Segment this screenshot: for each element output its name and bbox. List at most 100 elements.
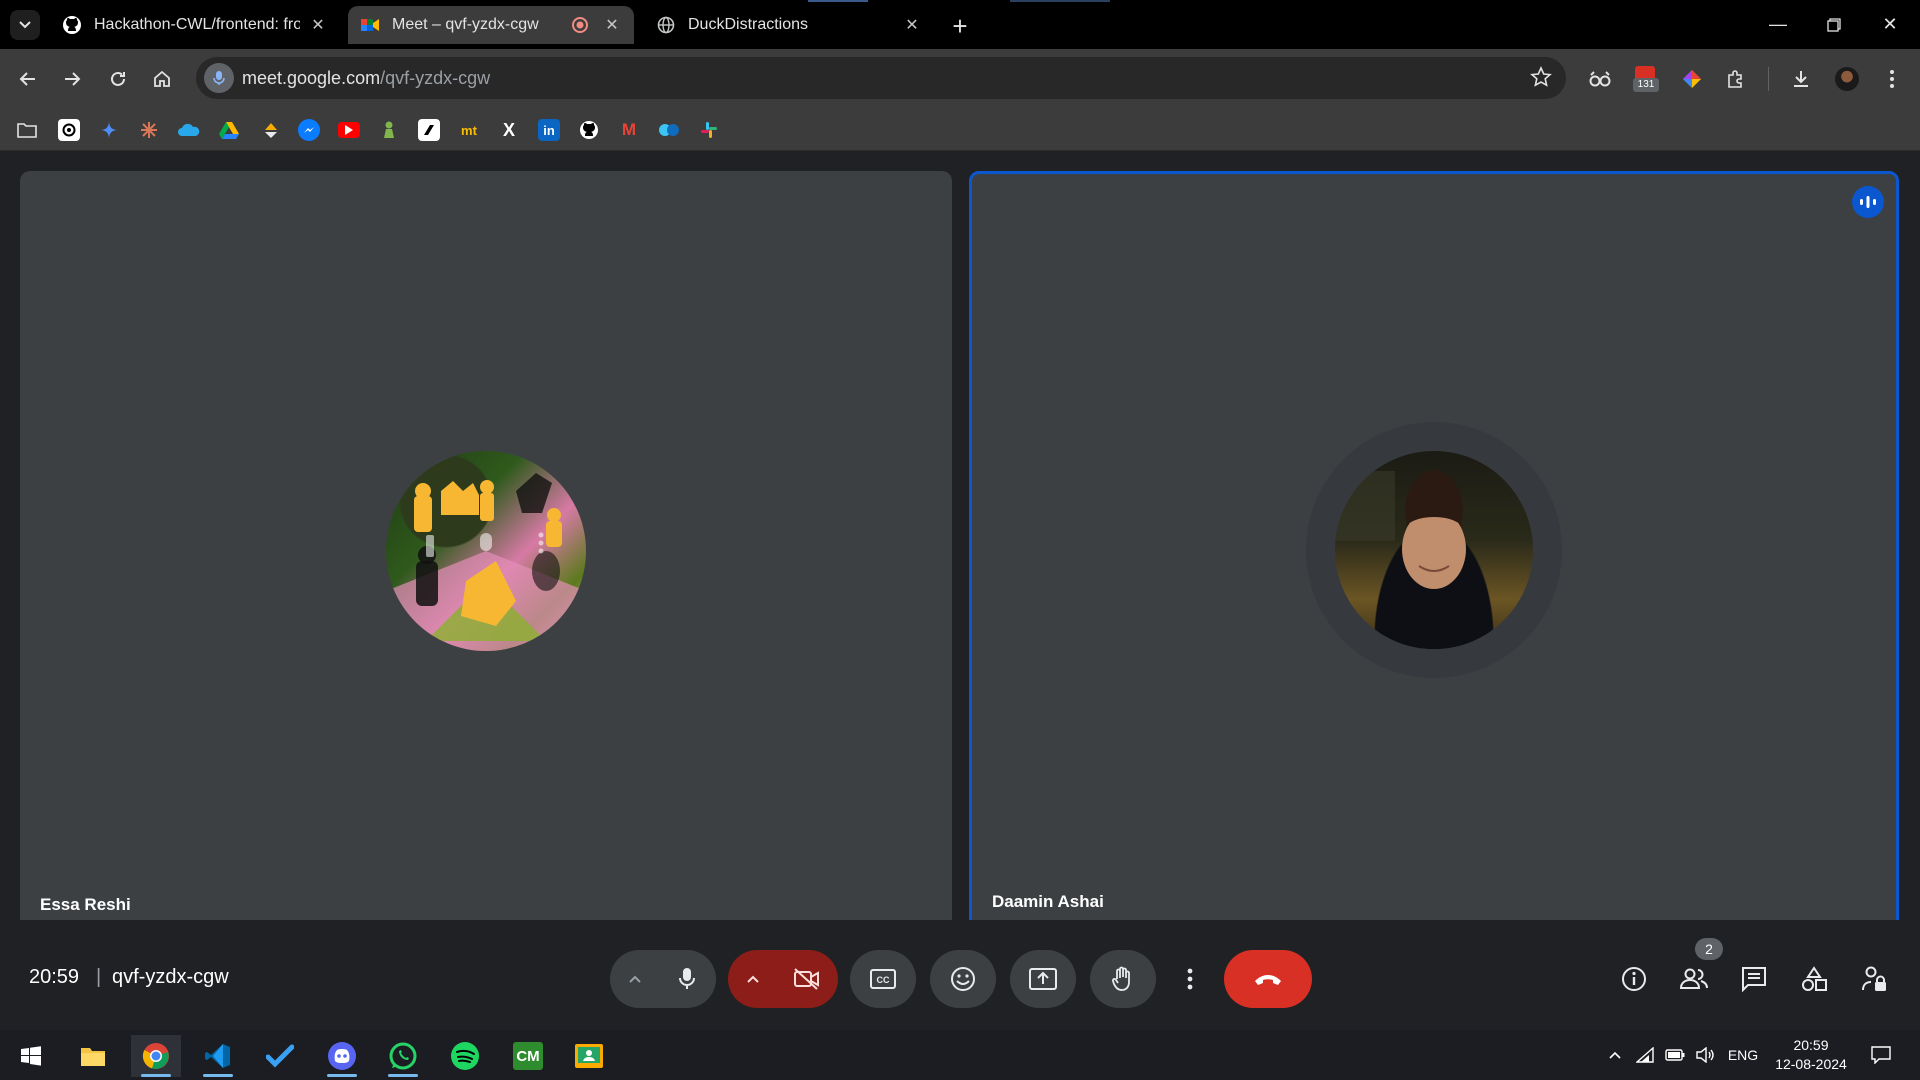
- github-icon[interactable]: [578, 119, 600, 141]
- new-tab-button[interactable]: +: [944, 11, 976, 41]
- avatar: [1335, 451, 1533, 649]
- microphone-button[interactable]: [664, 956, 710, 1002]
- speaking-indicator: [1852, 186, 1884, 218]
- taskbar-todo[interactable]: [255, 1035, 305, 1077]
- video-options-button[interactable]: [738, 964, 768, 994]
- microphone-icon: [213, 71, 225, 85]
- gmail-icon[interactable]: M: [618, 119, 640, 141]
- volume-button[interactable]: [1690, 1047, 1720, 1063]
- bookmark-app-icon[interactable]: [418, 119, 440, 141]
- onedrive-icon[interactable]: [178, 119, 200, 141]
- raise-hand-button[interactable]: [1090, 950, 1156, 1008]
- close-window-button[interactable]: ✕: [1862, 0, 1918, 49]
- tab-meet[interactable]: Meet – qvf-yzdx-cgw ✕: [348, 6, 634, 44]
- downloads-button[interactable]: [1785, 63, 1817, 95]
- mt-icon[interactable]: mt: [458, 119, 480, 141]
- notification-icon: [1871, 1046, 1891, 1064]
- chrome-icon: [142, 1043, 169, 1069]
- captions-button[interactable]: CC: [850, 950, 916, 1008]
- chatgpt-icon[interactable]: [58, 119, 80, 141]
- extension-button[interactable]: [1584, 63, 1616, 95]
- close-icon[interactable]: ✕: [308, 15, 328, 35]
- battery-button[interactable]: [1660, 1049, 1690, 1061]
- google-drive-icon[interactable]: [218, 119, 240, 141]
- taskbar-clock[interactable]: 20:59 12-08-2024: [1766, 1036, 1856, 1074]
- chrome-menu-button[interactable]: [1876, 63, 1908, 95]
- extensions-menu-button[interactable]: [1720, 63, 1752, 95]
- taskbar-classroom[interactable]: [564, 1035, 614, 1077]
- bookmark-star-button[interactable]: [1530, 66, 1552, 93]
- forward-button[interactable]: [56, 63, 88, 95]
- restore-icon: [1827, 17, 1841, 32]
- minimize-icon: —: [1769, 14, 1787, 34]
- arrow-left-icon: [19, 72, 35, 86]
- language-indicator[interactable]: ENG: [1720, 1047, 1766, 1063]
- closed-captions-icon: CC: [870, 969, 896, 989]
- people-button[interactable]: 2: [1671, 938, 1723, 1002]
- present-button[interactable]: [1010, 950, 1076, 1008]
- close-icon[interactable]: ✕: [902, 15, 922, 35]
- taskbar-chrome[interactable]: [131, 1035, 181, 1077]
- messenger-icon[interactable]: [298, 119, 320, 141]
- start-button[interactable]: [6, 1035, 56, 1077]
- reload-button[interactable]: [102, 63, 134, 95]
- notifications-button[interactable]: [1856, 1046, 1906, 1064]
- claude-icon[interactable]: [138, 119, 160, 141]
- taskbar-cm-app[interactable]: CM: [503, 1035, 553, 1077]
- host-controls-button[interactable]: [1851, 956, 1897, 1002]
- taskbar-spotify[interactable]: [440, 1035, 490, 1077]
- color-extension-icon: [1683, 70, 1701, 88]
- tab-loading-line: [808, 0, 868, 2]
- taskbar-whatsapp[interactable]: [378, 1035, 428, 1077]
- more-vert-icon: [1187, 968, 1193, 990]
- tray-expand-button[interactable]: [1600, 1050, 1630, 1060]
- extension-button[interactable]: [1676, 63, 1708, 95]
- tab-duckdistractions[interactable]: DuckDistractions ✕: [644, 6, 934, 44]
- tab-search-button[interactable]: [10, 10, 40, 40]
- audio-options-button[interactable]: [620, 964, 650, 994]
- participant-tile[interactable]: Essa Reshi: [20, 171, 952, 931]
- camera-button[interactable]: [782, 956, 832, 1002]
- minimize-button[interactable]: —: [1750, 0, 1806, 49]
- linkedin-icon[interactable]: in: [538, 119, 560, 141]
- taskbar-time: 20:59: [1793, 1037, 1829, 1053]
- close-icon[interactable]: ✕: [602, 15, 622, 35]
- avatar: [1835, 67, 1859, 91]
- restore-button[interactable]: [1806, 0, 1862, 49]
- taskbar-file-explorer[interactable]: [68, 1035, 118, 1077]
- taskbar-discord[interactable]: [317, 1035, 367, 1077]
- more-options-button[interactable]: [1170, 950, 1210, 1008]
- address-bar[interactable]: meet.google.com/qvf-yzdx-cgw: [196, 57, 1566, 99]
- browser-toolbar: meet.google.com/qvf-yzdx-cgw 131: [0, 49, 1920, 109]
- gemini-icon[interactable]: [98, 119, 120, 141]
- tab-strip: Hackathon-CWL/frontend: front ✕ Meet – q…: [0, 0, 1920, 49]
- tab-github[interactable]: Hackathon-CWL/frontend: front ✕: [50, 6, 340, 44]
- slack-icon[interactable]: [698, 119, 720, 141]
- extension-button[interactable]: 131: [1630, 63, 1662, 95]
- chess-icon[interactable]: [378, 119, 400, 141]
- profile-button[interactable]: [1831, 63, 1863, 95]
- site-info-button[interactable]: [204, 63, 234, 93]
- close-icon: ✕: [1882, 14, 1898, 34]
- leave-call-button[interactable]: [1224, 950, 1312, 1008]
- home-icon: [154, 70, 170, 87]
- copilot-icon[interactable]: [658, 119, 680, 141]
- bookmark-app-icon[interactable]: [260, 119, 282, 141]
- emoji-icon: [951, 967, 975, 991]
- profile-photo: [1335, 471, 1493, 649]
- home-button[interactable]: [146, 63, 178, 95]
- youtube-icon[interactable]: [338, 122, 360, 138]
- chess-avatar-image: [386, 473, 586, 651]
- wifi-button[interactable]: [1630, 1047, 1660, 1063]
- x-icon[interactable]: X: [498, 119, 520, 141]
- folder-icon[interactable]: [16, 119, 38, 141]
- taskbar-vscode[interactable]: [193, 1035, 243, 1077]
- wifi-icon: [1636, 1047, 1654, 1063]
- participant-tile[interactable]: Daamin Ashai: [969, 171, 1899, 931]
- activities-button[interactable]: [1791, 956, 1837, 1002]
- reactions-button[interactable]: [930, 950, 996, 1008]
- back-button[interactable]: [12, 63, 44, 95]
- meeting-details-button[interactable]: [1611, 956, 1657, 1002]
- chat-button[interactable]: [1731, 956, 1777, 1002]
- meeting-code: qvf-yzdx-cgw: [112, 966, 229, 988]
